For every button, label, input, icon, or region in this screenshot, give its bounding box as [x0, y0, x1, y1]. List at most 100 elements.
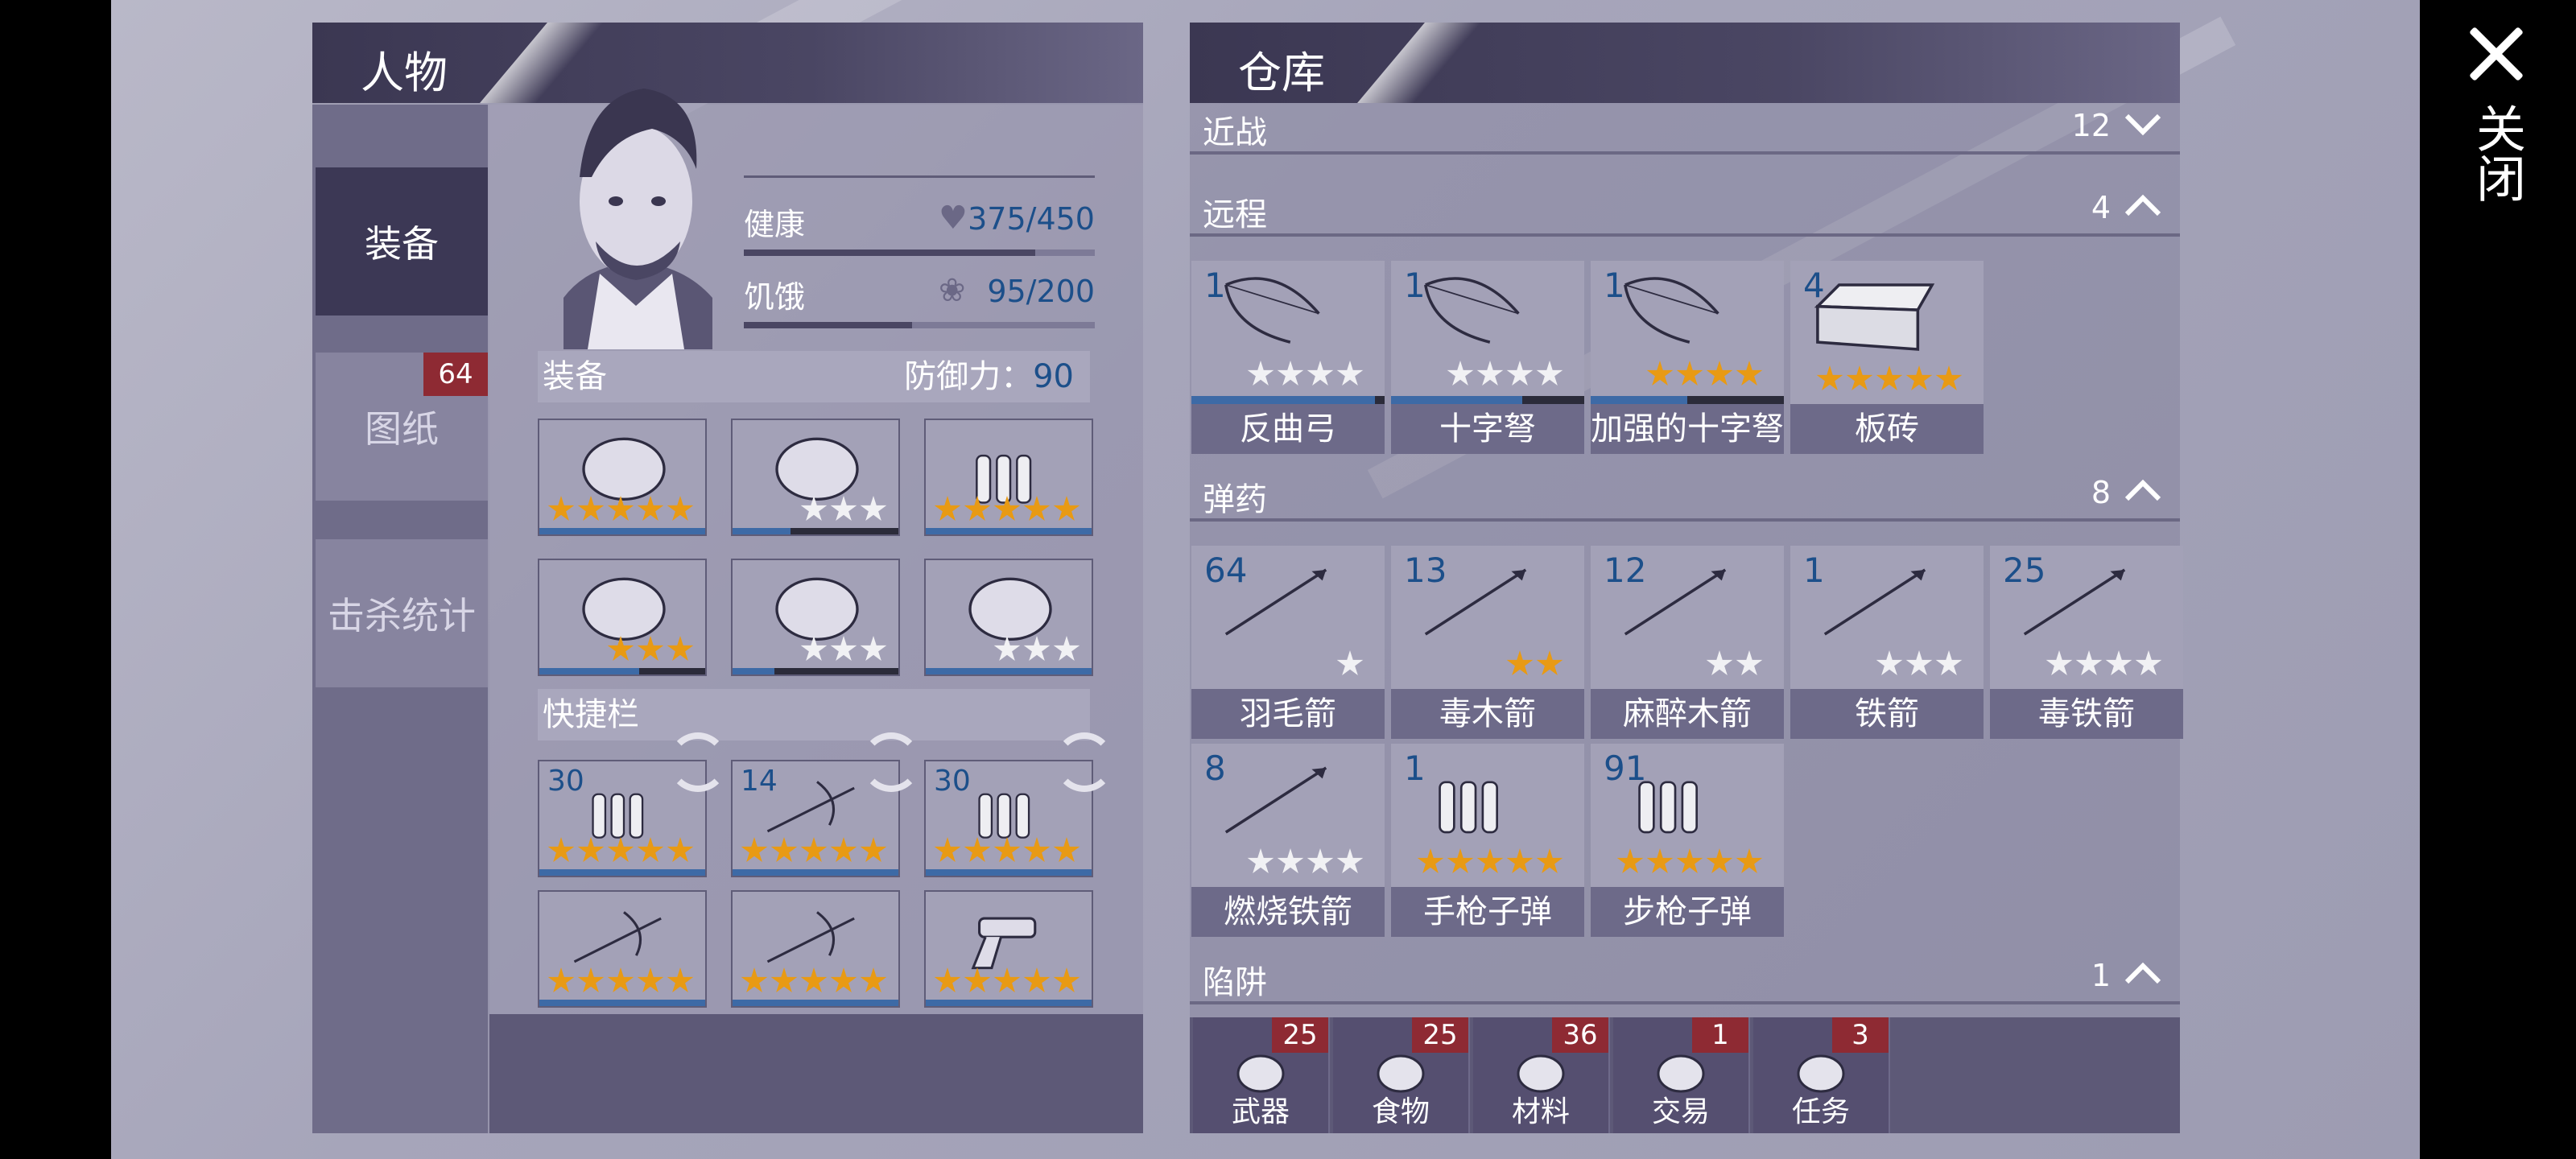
warehouse-item[interactable]: 8 燃烧铁箭 — [1191, 744, 1385, 937]
footer-tab[interactable]: 1 交易 — [1613, 1017, 1750, 1133]
category-melee[interactable]: 近战 12 — [1190, 100, 2180, 155]
quickbar-slot[interactable] — [538, 890, 707, 1008]
warehouse-item[interactable]: 4 板砖 — [1790, 261, 1984, 454]
star-icon — [1536, 361, 1563, 386]
footer-tab[interactable]: 36 材料 — [1473, 1017, 1610, 1133]
quickbar-slot[interactable] — [924, 890, 1093, 1008]
star-icon — [607, 967, 634, 992]
star-icon — [1646, 361, 1674, 386]
star-icon — [1247, 361, 1274, 386]
category-ranged[interactable]: 远程 4 — [1190, 182, 2180, 237]
star-icon — [607, 636, 634, 661]
footer-tab-label: 材料 — [1511, 1095, 1570, 1128]
chevron-down-icon — [2124, 113, 2161, 136]
star-icon — [1736, 650, 1763, 675]
star-icon — [770, 967, 798, 992]
category-name: 近战 — [1203, 114, 1267, 151]
defense-stat: 防御力：90 — [904, 351, 1074, 402]
star-icon — [934, 967, 961, 992]
warehouse-item[interactable]: 1 铁箭 — [1790, 546, 1984, 739]
star-icon — [1506, 361, 1534, 386]
rifle-ammo-icon — [1638, 781, 1698, 834]
equipment-slot[interactable] — [924, 559, 1093, 676]
item-label: 加强的十字弩 — [1591, 404, 1784, 454]
warehouse-item[interactable]: 13 毒木箭 — [1391, 546, 1584, 739]
star-icon — [860, 636, 887, 661]
category-ammo[interactable]: 弹药 8 — [1190, 467, 2180, 522]
crossbow-icon — [1624, 277, 1719, 344]
tab-blueprints[interactable]: 图纸 64 — [316, 353, 488, 501]
star-icon — [1336, 848, 1364, 873]
footer-tab-badge: 1 — [1692, 1017, 1748, 1053]
recurve-bow-icon — [1224, 277, 1320, 344]
star-icon — [1023, 837, 1051, 862]
star-icon — [800, 967, 828, 992]
warehouse-item[interactable]: 1 反曲弓 — [1191, 261, 1385, 454]
star-icon — [993, 967, 1021, 992]
health-stat: 健康 ♥ 375/450 — [744, 175, 1095, 264]
category-name: 陷阱 — [1203, 964, 1267, 1001]
warehouse-item[interactable]: 1 十字弩 — [1391, 261, 1584, 454]
star-icon — [637, 837, 664, 862]
swap-icon[interactable] — [861, 732, 921, 792]
star-icon — [667, 967, 694, 992]
close-button[interactable]: 关闭 — [2467, 103, 2526, 203]
star-icon — [964, 967, 991, 992]
equipment-slot[interactable] — [731, 419, 900, 536]
star-icon — [1447, 361, 1474, 386]
equipment-slot[interactable] — [538, 419, 707, 536]
star-icon — [1053, 496, 1080, 521]
star-icon — [1846, 365, 1873, 390]
category-name: 远程 — [1203, 196, 1267, 233]
swap-icon[interactable] — [668, 732, 728, 792]
equipment-title: 装备 — [543, 358, 607, 395]
health-value: 375/450 — [968, 201, 1095, 237]
star-icon — [934, 837, 961, 862]
warehouse-item[interactable]: 25 毒铁箭 — [1990, 546, 2183, 739]
star-icon — [860, 967, 887, 992]
star-icon — [1307, 361, 1334, 386]
warehouse-item[interactable]: 12 麻醉木箭 — [1591, 546, 1784, 739]
star-icon — [1247, 848, 1274, 873]
tab-kill-stats[interactable]: 击杀统计 — [316, 539, 488, 687]
star-icon — [1506, 650, 1534, 675]
footer-tab[interactable]: 25 武器 — [1193, 1017, 1330, 1133]
health-label: 健康 — [744, 207, 806, 242]
warehouse-item[interactable]: 1 加强的十字弩 — [1591, 261, 1784, 454]
quickbar-header: 快捷栏 — [538, 689, 1090, 740]
star-icon — [667, 837, 694, 862]
close-icon[interactable] — [2467, 24, 2526, 84]
warehouse-item[interactable]: 1 手枪子弹 — [1391, 744, 1584, 937]
category-count: 1 — [2091, 958, 2111, 993]
footer-tab-badge: 25 — [1412, 1017, 1468, 1053]
footer-tab[interactable]: 3 任务 — [1753, 1017, 1890, 1133]
footer-tab-label: 食物 — [1371, 1095, 1430, 1128]
character-footer — [489, 1014, 1143, 1133]
swap-icon[interactable] — [1055, 732, 1114, 792]
equipment-slot[interactable] — [731, 559, 900, 676]
star-icon — [860, 837, 887, 862]
warehouse-item[interactable]: 64 羽毛箭 — [1191, 546, 1385, 739]
star-icon — [1646, 848, 1674, 873]
star-icon — [860, 496, 887, 521]
star-icon — [1876, 365, 1903, 390]
health-bar — [744, 250, 1095, 256]
hunger-bar — [744, 322, 1095, 328]
item-label: 反曲弓 — [1191, 404, 1385, 454]
category-name: 弹药 — [1203, 481, 1267, 518]
star-icon — [1706, 361, 1733, 386]
star-icon — [830, 496, 857, 521]
equipment-slot[interactable] — [538, 559, 707, 676]
category-traps[interactable]: 陷阱 1 — [1190, 950, 2180, 1004]
star-icon — [1905, 365, 1933, 390]
quickbar-slot[interactable] — [731, 890, 900, 1008]
equipment-slot[interactable] — [924, 419, 1093, 536]
defense-value: 90 — [1033, 358, 1074, 395]
star-icon — [830, 636, 857, 661]
star-icon — [1023, 967, 1051, 992]
warehouse-item[interactable]: 91 步枪子弹 — [1591, 744, 1784, 937]
tab-equipment[interactable]: 装备 — [316, 167, 488, 316]
durability-bar — [1391, 396, 1584, 404]
footer-tab[interactable]: 25 食物 — [1333, 1017, 1470, 1133]
star-icon — [637, 636, 664, 661]
